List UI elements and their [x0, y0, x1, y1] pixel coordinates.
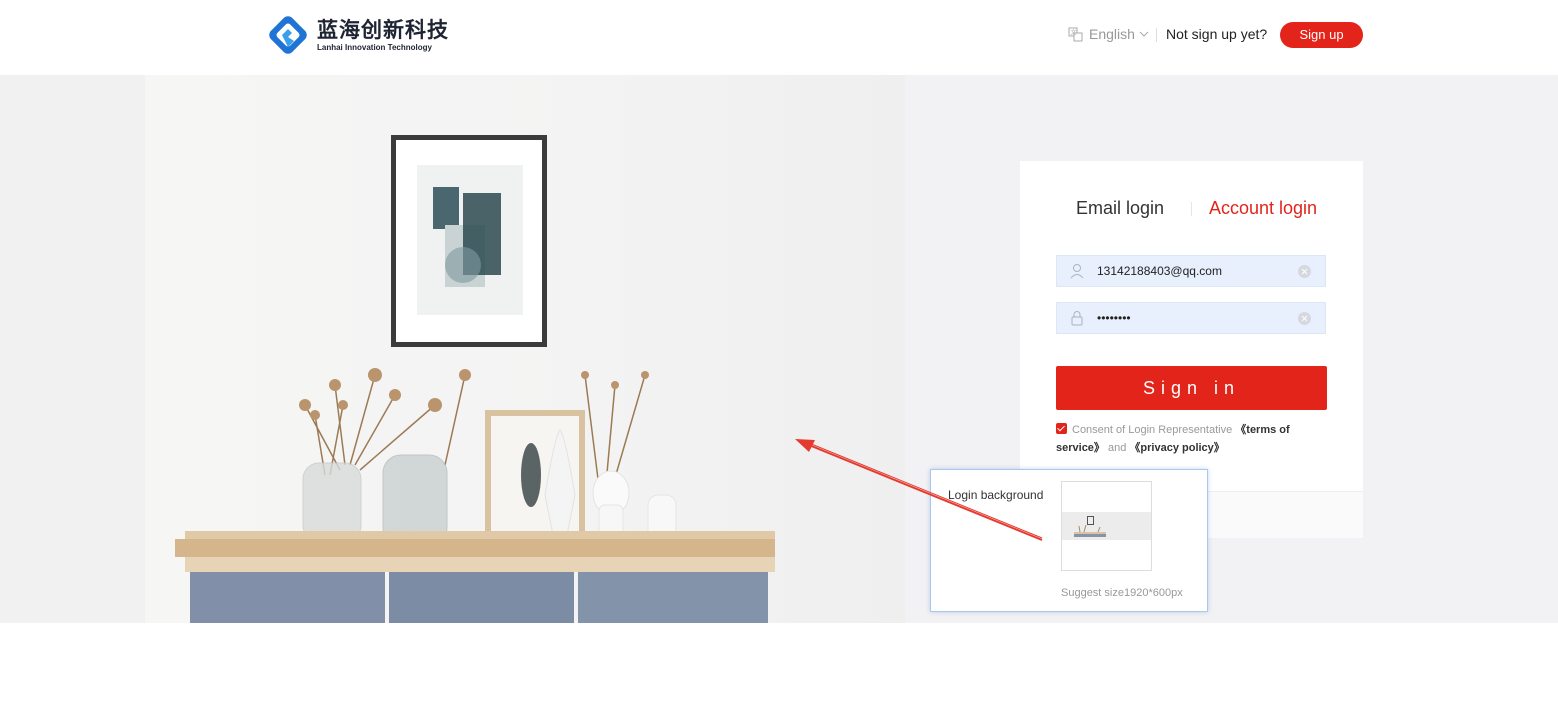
consent-text: Consent of Login Representative [1072, 424, 1233, 436]
language-selector[interactable]: 文 English [1068, 26, 1149, 42]
consent-row: Consent of Login Representative 《terms o… [1056, 421, 1326, 457]
thumbnail-preview [1062, 512, 1151, 540]
username-input[interactable] [1097, 256, 1297, 286]
logo-chinese-text: 蓝海创新科技 [317, 17, 449, 42]
hero-image [145, 75, 905, 623]
logo-mark-icon [269, 16, 307, 54]
tab-divider [1191, 202, 1192, 216]
lock-icon [1071, 311, 1083, 326]
background-thumbnail[interactable] [1061, 481, 1152, 571]
interior-illustration [175, 135, 775, 623]
login-background-label: Login background [948, 488, 1044, 502]
tab-email-login[interactable]: Email login [1076, 198, 1164, 219]
top-header: 蓝海创新科技 Lanhai Innovation Technology 文 En… [0, 0, 1558, 75]
svg-text:文: 文 [1071, 28, 1077, 36]
signin-button[interactable]: Sign in [1056, 366, 1327, 410]
clear-password-icon[interactable] [1298, 312, 1311, 325]
header-divider [1156, 28, 1157, 42]
login-background-panel: Login background Suggest size1920*600px [930, 469, 1208, 612]
logo-english-text: Lanhai Innovation Technology [317, 42, 432, 52]
user-icon [1070, 264, 1084, 279]
chevron-down-icon [1139, 31, 1149, 37]
username-field[interactable] [1056, 255, 1326, 287]
not-signed-up-text: Not sign up yet? [1166, 26, 1268, 42]
translate-icon: 文 [1068, 27, 1083, 41]
tab-account-login[interactable]: Account login [1209, 198, 1317, 219]
login-tabs: Email login Account login [1020, 198, 1363, 220]
password-input[interactable] [1097, 303, 1297, 333]
clear-username-icon[interactable] [1298, 265, 1311, 278]
checkbox-icon[interactable] [1056, 423, 1067, 434]
brand-logo[interactable]: 蓝海创新科技 Lanhai Innovation Technology [265, 12, 449, 58]
signup-button[interactable]: Sign up [1280, 22, 1363, 48]
password-field[interactable] [1056, 302, 1326, 334]
language-label: English [1089, 26, 1135, 42]
privacy-link[interactable]: 《privacy policy》 [1129, 442, 1224, 454]
background-size-hint: Suggest size1920*600px [1061, 587, 1183, 599]
and-text: and [1108, 442, 1127, 454]
